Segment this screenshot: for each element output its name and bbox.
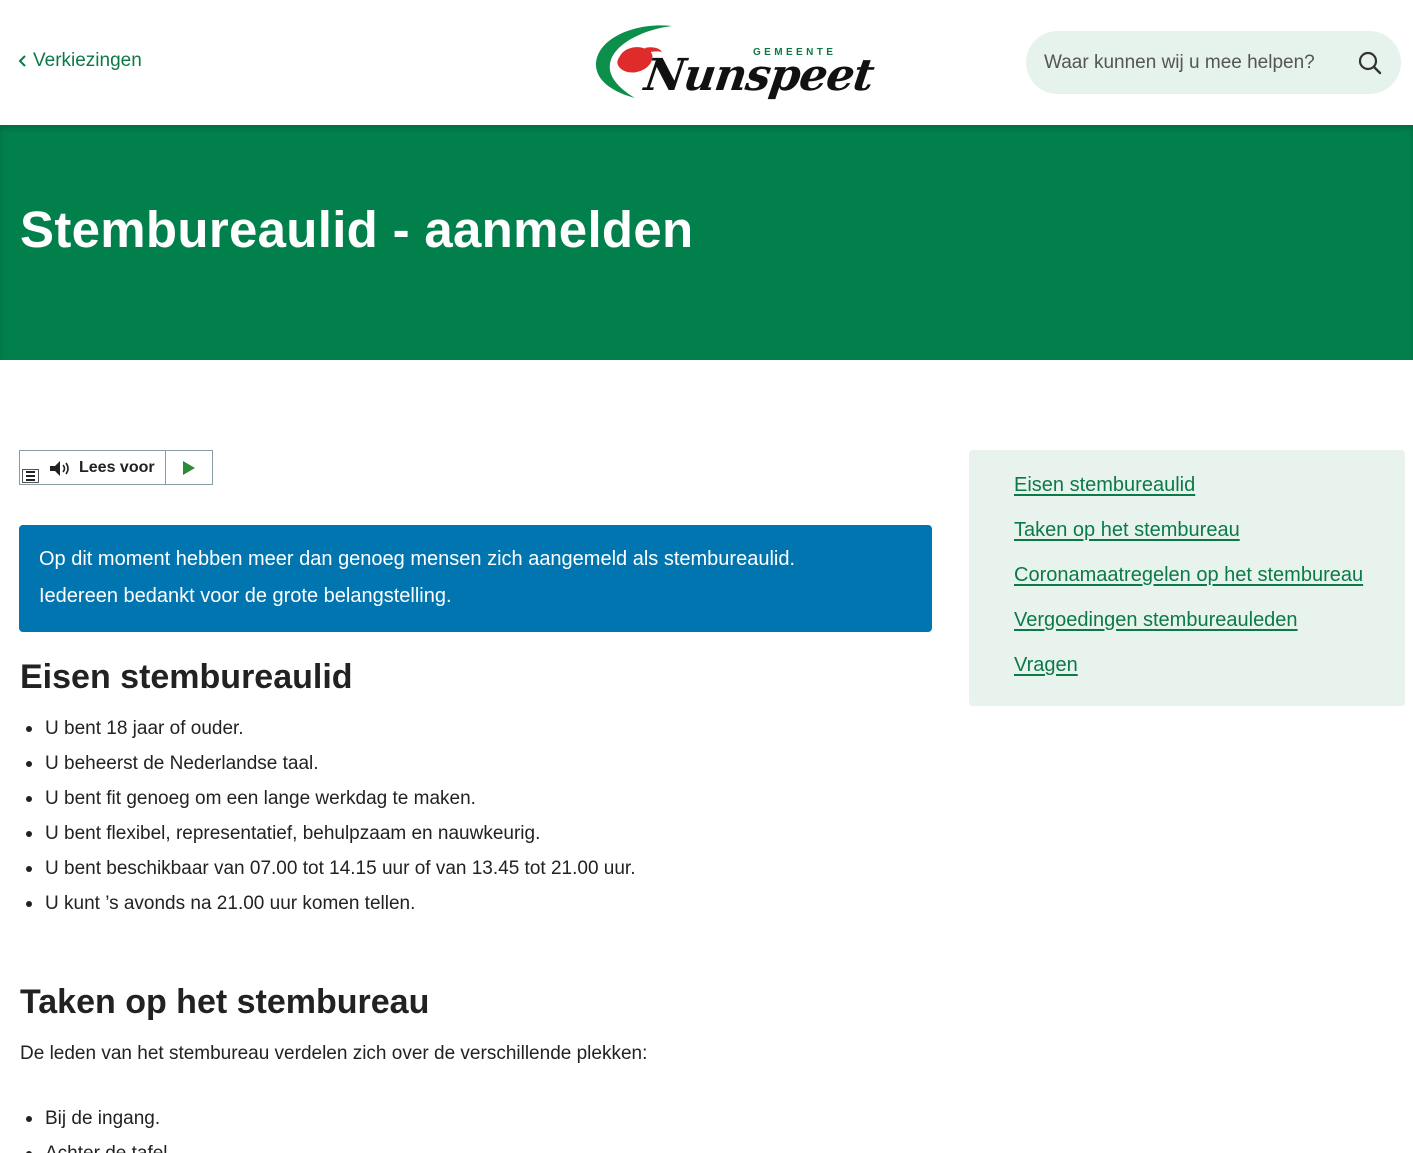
speaker-icon bbox=[50, 461, 69, 476]
notice-line-2: Iedereen bedankt voor de grote belangste… bbox=[39, 585, 452, 607]
back-link-verkiezingen[interactable]: Verkiezingen bbox=[18, 50, 142, 72]
list-item: Achter de tafel. bbox=[20, 1136, 173, 1153]
toc-link-vergoedingen[interactable]: Vergoedingen stembureauleden bbox=[1014, 609, 1298, 632]
list-item: U bent fit genoeg om een lange werkdag t… bbox=[20, 781, 635, 816]
menu-icon[interactable] bbox=[22, 469, 39, 483]
toc-link-vragen[interactable]: Vragen bbox=[1014, 654, 1078, 677]
page-title: Stembureaulid - aanmelden bbox=[20, 201, 694, 258]
read-aloud-widget: Lees voor bbox=[19, 450, 213, 485]
site-header: Verkiezingen GEMEENTE Nunspeet bbox=[0, 0, 1413, 125]
play-icon bbox=[183, 460, 195, 475]
list-item: U bent flexibel, representatief, behulpz… bbox=[20, 816, 635, 851]
search-icon[interactable] bbox=[1357, 50, 1383, 76]
search-input[interactable] bbox=[1044, 42, 1349, 83]
list-item: U bent beschikbaar van 07.00 tot 14.15 u… bbox=[20, 851, 635, 886]
table-of-contents: Eisen stembureaulid Taken op het stembur… bbox=[969, 450, 1405, 706]
list-item: Bij de ingang. bbox=[20, 1101, 173, 1136]
toc-link-eisen-stembureaulid[interactable]: Eisen stembureaulid bbox=[1014, 474, 1195, 497]
heading-eisen-stembureaulid: Eisen stembureaulid bbox=[20, 658, 353, 696]
read-aloud-button[interactable]: Lees voor bbox=[20, 451, 166, 484]
tasks-intro: De leden van het stembureau verdelen zic… bbox=[20, 1043, 648, 1064]
toc-link-coronamaatregelen[interactable]: Coronamaatregelen op het stembureau bbox=[1014, 564, 1363, 587]
play-button[interactable] bbox=[166, 451, 212, 484]
heading-taken-op-het-stembureau: Taken op het stembureau bbox=[20, 983, 430, 1021]
logo-nunspeet-text: Nunspeet bbox=[641, 50, 877, 101]
list-item: U beheerst de Nederlandse taal. bbox=[20, 746, 635, 781]
search-box bbox=[1026, 31, 1401, 94]
chevron-left-icon bbox=[18, 55, 26, 67]
notice-line-1: Op dit moment hebben meer dan genoeg men… bbox=[39, 548, 796, 570]
requirements-list: U bent 18 jaar of ouder. U beheerst de N… bbox=[20, 711, 635, 921]
toc-link-taken-op-het-stembureau[interactable]: Taken op het stembureau bbox=[1014, 519, 1240, 542]
list-item: U bent 18 jaar of ouder. bbox=[20, 711, 635, 746]
list-item: U kunt ’s avonds na 21.00 uur komen tell… bbox=[20, 886, 635, 921]
back-link-label: Verkiezingen bbox=[33, 50, 142, 71]
info-notice: Op dit moment hebben meer dan genoeg men… bbox=[19, 525, 932, 632]
read-aloud-label: Lees voor bbox=[79, 459, 155, 476]
page-hero: Stembureaulid - aanmelden bbox=[0, 125, 1413, 360]
tasks-list: Bij de ingang. Achter de tafel. bbox=[20, 1101, 173, 1153]
